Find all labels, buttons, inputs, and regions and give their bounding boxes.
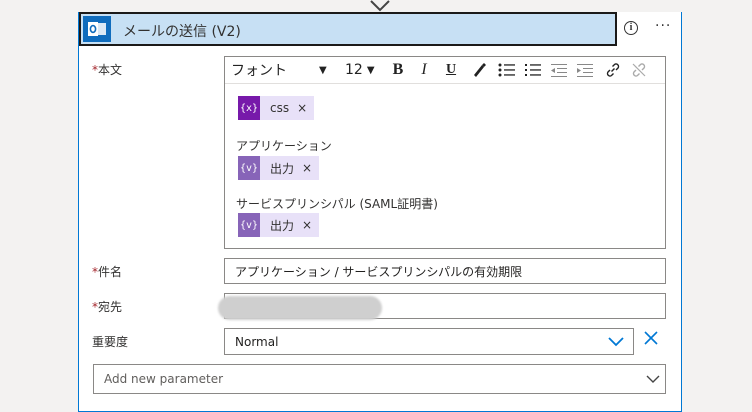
increase-indent-icon[interactable]	[575, 61, 595, 79]
token-text: 出力	[270, 218, 295, 233]
subject-input[interactable]: アプリケーション / サービスプリンシパルの有効期限	[224, 258, 666, 284]
importance-select[interactable]: Normal	[224, 328, 634, 355]
numbered-list-icon[interactable]	[523, 61, 543, 79]
variable-icon: {x}	[238, 96, 260, 120]
subject-label: *件名	[92, 265, 123, 279]
font-size-select[interactable]: 12 ▼	[345, 61, 381, 79]
link-icon[interactable]	[603, 61, 623, 79]
importance-value: Normal	[235, 334, 279, 349]
text-color-icon[interactable]	[470, 61, 488, 79]
italic-button[interactable]: I	[415, 61, 433, 79]
underline-button[interactable]: U	[442, 61, 460, 79]
to-label: *宛先	[92, 300, 123, 314]
body-editor[interactable]: フォント ▼ 12 ▼ B I U {x} css × アプリケーション {v}…	[224, 56, 666, 249]
unlink-icon[interactable]	[629, 61, 649, 79]
font-size-label: 12	[345, 62, 363, 78]
token-text: css	[270, 101, 290, 115]
clear-icon[interactable]	[644, 331, 658, 345]
action-title: メールの送信 (V2)	[123, 24, 241, 40]
action-header[interactable]: メールの送信 (V2)	[79, 12, 617, 46]
dynamic-content-token[interactable]: {v} 出力 ×	[238, 213, 320, 237]
remove-token-icon[interactable]: ×	[297, 101, 307, 115]
font-family-select[interactable]: フォント ▼	[231, 61, 331, 79]
more-options-button[interactable]: ···	[655, 18, 671, 34]
connector-arrow-icon	[370, 0, 390, 12]
remove-token-icon[interactable]: ×	[302, 218, 312, 232]
bold-button[interactable]: B	[389, 61, 407, 79]
bullet-list-icon[interactable]	[497, 61, 517, 79]
font-family-label: フォント	[231, 63, 287, 79]
info-icon[interactable]: i	[624, 21, 638, 35]
body-text-line: サービスプリンシパル (SAML証明書)	[236, 197, 438, 211]
dynamic-content-token[interactable]: {x} css ×	[238, 96, 315, 120]
outlook-icon	[83, 16, 111, 42]
editor-toolbar: フォント ▼ 12 ▼ B I U	[225, 57, 665, 84]
variable-icon: {v}	[238, 213, 260, 237]
body-text-line: アプリケーション	[236, 139, 332, 153]
add-parameter-placeholder: Add new parameter	[104, 372, 224, 386]
redacted-recipient	[218, 296, 382, 320]
dynamic-content-token[interactable]: {v} 出力 ×	[238, 156, 320, 180]
chevron-down-icon[interactable]	[646, 375, 660, 383]
token-text: 出力	[270, 161, 295, 176]
importance-label: 重要度	[92, 335, 129, 349]
add-new-parameter-select[interactable]: Add new parameter	[93, 364, 666, 394]
variable-icon: {v}	[238, 156, 260, 180]
body-label: *本文	[92, 63, 123, 77]
remove-token-icon[interactable]: ×	[302, 161, 312, 175]
chevron-down-icon: ▼	[319, 64, 327, 76]
decrease-indent-icon[interactable]	[549, 61, 569, 79]
chevron-down-icon[interactable]	[608, 337, 624, 347]
chevron-down-icon: ▼	[366, 64, 375, 76]
